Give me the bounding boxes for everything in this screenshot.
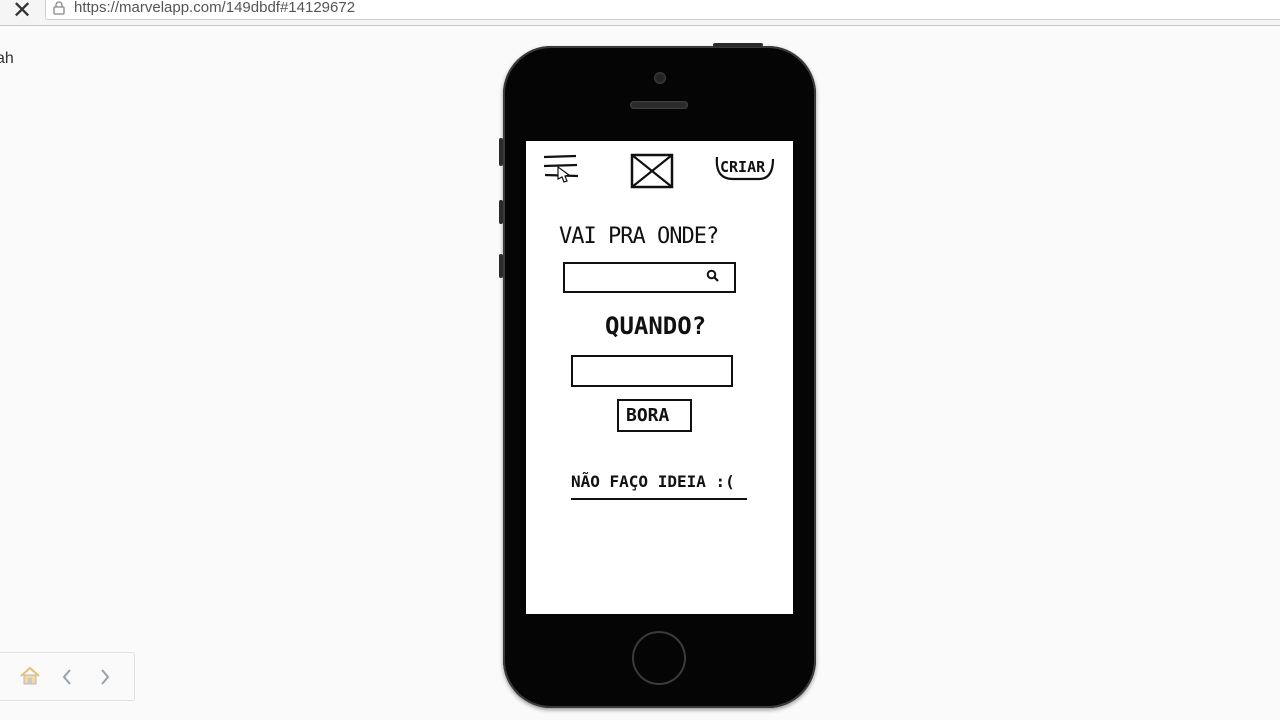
no-idea-label: NÃO FAÇO IDEIA :(: [571, 472, 735, 491]
search-icon[interactable]: [706, 269, 720, 283]
bora-button[interactable]: BORA: [617, 399, 692, 432]
home-icon[interactable]: [19, 666, 41, 686]
front-camera: [654, 72, 666, 84]
close-icon[interactable]: ✕: [12, 0, 32, 23]
address-bar[interactable]: https://marvelapp.com/149dbdf#14129672: [45, 0, 1280, 20]
question-where: VAI PRA ONDE?: [559, 224, 719, 249]
prototype-nav: [0, 652, 135, 701]
lock-icon: [53, 1, 65, 15]
no-idea-link[interactable]: NÃO FAÇO IDEIA :(: [571, 472, 747, 500]
phone-home-button[interactable]: [632, 631, 686, 685]
phone-frame: CRIAR VAI PRA ONDE? QUANDO? BORA NÃO FAÇ…: [499, 43, 816, 708]
hamburger-icon[interactable]: [542, 153, 580, 185]
earpiece-speaker: [630, 101, 688, 109]
power-button: [713, 43, 763, 47]
question-when: QUANDO?: [605, 312, 707, 340]
chevron-right-icon[interactable]: [99, 668, 111, 686]
url-text: https://marvelapp.com/149dbdf#14129672: [74, 0, 356, 16]
phone-screen: CRIAR VAI PRA ONDE? QUANDO? BORA NÃO FAÇ…: [526, 141, 793, 614]
criar-button[interactable]: CRIAR: [713, 153, 775, 181]
chevron-left-icon[interactable]: [61, 668, 73, 686]
volume-down-button: [499, 254, 503, 278]
browser-toolbar: ✕ https://marvelapp.com/149dbdf#14129672: [0, 0, 1280, 26]
side-text: ah: [0, 50, 14, 67]
mute-switch: [499, 138, 503, 166]
volume-up-button: [499, 200, 503, 224]
destination-search-input[interactable]: [563, 262, 736, 293]
bora-label: BORA: [626, 405, 670, 426]
image-placeholder-icon: [630, 153, 674, 189]
criar-label: CRIAR: [720, 158, 766, 176]
date-input[interactable]: [571, 355, 733, 387]
